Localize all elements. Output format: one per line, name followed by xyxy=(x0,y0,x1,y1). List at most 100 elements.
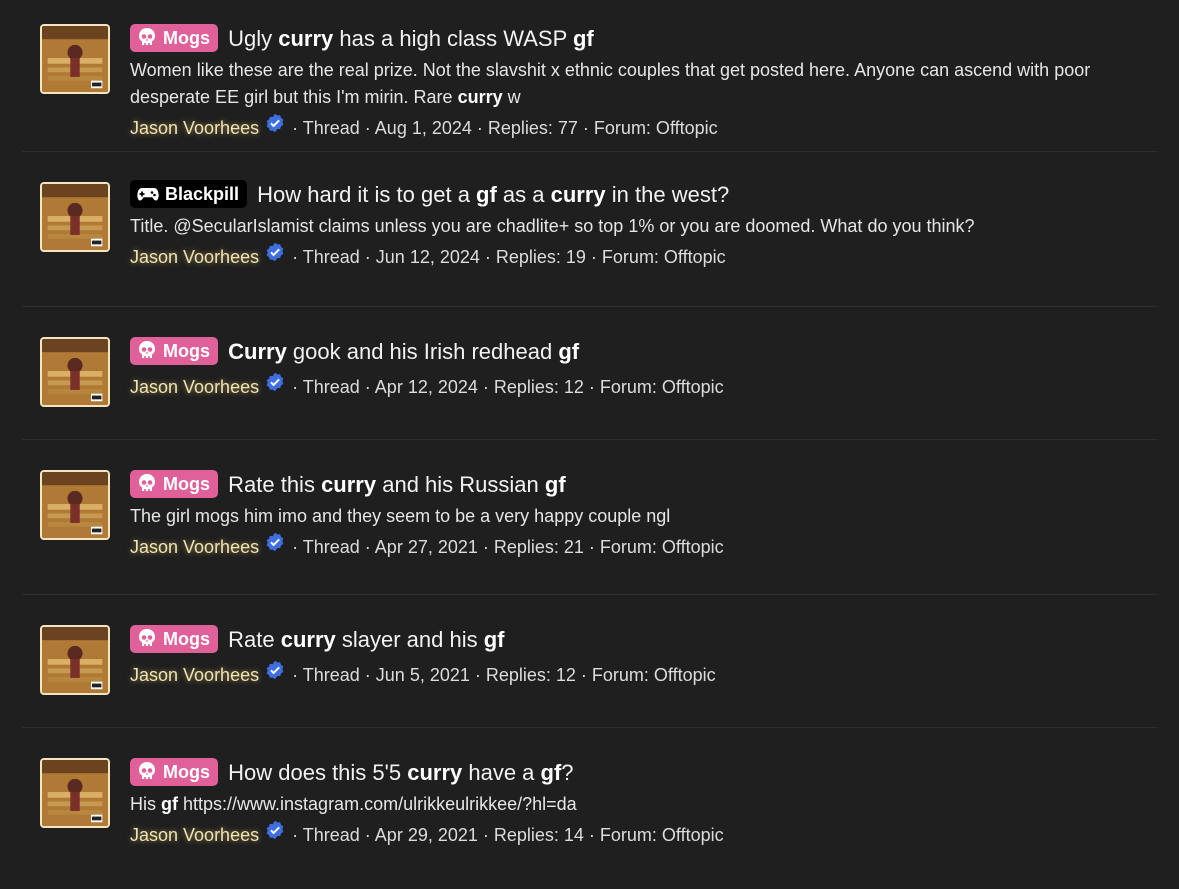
result-snippet: The girl mogs him imo and they seem to b… xyxy=(130,503,1150,530)
title-part: How does this 5'5 xyxy=(228,760,408,785)
verified-badge-icon xyxy=(265,820,285,847)
avatar[interactable] xyxy=(40,337,110,407)
title-highlight: gf xyxy=(540,760,562,785)
title-part: Rate this xyxy=(228,472,322,497)
title-text[interactable]: Ugly curry has a high class WASP gf xyxy=(228,26,594,51)
result-item: Mogs Curry gook and his Irish redhead gf… xyxy=(22,307,1157,440)
prefix-label: Blackpill xyxy=(165,184,240,204)
result-title[interactable]: Mogs Rate curry slayer and his gf xyxy=(130,625,1157,654)
meta-text: Thread · Apr 27, 2021 · Replies: 21 · Fo… xyxy=(302,537,724,557)
result-meta: Jason Voorhees · Thread · Jun 12, 2024 ·… xyxy=(130,242,1157,270)
title-part: ? xyxy=(561,760,574,785)
skull-icon xyxy=(137,761,157,789)
prefix-badge-mogs[interactable]: Mogs xyxy=(130,24,218,52)
prefix-badge-mogs[interactable]: Mogs xyxy=(130,758,218,786)
title-highlight: gf xyxy=(572,26,594,51)
prefix-label: Mogs xyxy=(163,629,210,649)
avatar[interactable] xyxy=(40,625,110,695)
result-title[interactable]: Mogs Ugly curry has a high class WASP gf xyxy=(130,24,1157,53)
title-highlight: curry xyxy=(321,472,377,497)
title-highlight: gf xyxy=(483,627,505,652)
title-text[interactable]: Curry gook and his Irish redhead gf xyxy=(228,339,579,364)
username-link[interactable]: Jason Voorhees xyxy=(130,825,259,845)
verified-badge-icon xyxy=(265,532,285,559)
title-text[interactable]: How does this 5'5 curry have a gf? xyxy=(228,760,573,785)
title-part: and his Russian xyxy=(376,472,545,497)
result-item: Mogs How does this 5'5 curry have a gf? … xyxy=(22,728,1157,889)
skull-icon xyxy=(137,27,157,55)
result-title[interactable]: Blackpill How hard it is to get a gf as … xyxy=(130,180,1157,209)
result-title[interactable]: Mogs How does this 5'5 curry have a gf? xyxy=(130,758,1157,787)
skull-icon xyxy=(137,628,157,656)
result-title[interactable]: Mogs Curry gook and his Irish redhead gf xyxy=(130,337,1157,366)
result-item: Mogs Rate curry slayer and his gf Jason … xyxy=(22,595,1157,728)
avatar[interactable] xyxy=(40,470,110,540)
title-highlight: gf xyxy=(544,472,566,497)
result-meta: Jason Voorhees · Thread · Apr 27, 2021 ·… xyxy=(130,532,1157,560)
verified-badge-icon xyxy=(265,372,285,399)
meta-text: Thread · Apr 12, 2024 · Replies: 12 · Fo… xyxy=(302,377,724,397)
username-link[interactable]: Jason Voorhees xyxy=(130,247,259,267)
title-text[interactable]: How hard it is to get a gf as a curry in… xyxy=(257,182,729,207)
title-highlight: curry xyxy=(550,182,606,207)
title-part: in the west? xyxy=(605,182,730,207)
title-part: gook and his Irish redhead xyxy=(286,339,559,364)
prefix-label: Mogs xyxy=(163,762,210,782)
avatar[interactable] xyxy=(40,758,110,828)
username-link[interactable]: Jason Voorhees xyxy=(130,537,259,557)
skull-icon xyxy=(137,340,157,368)
prefix-badge-mogs[interactable]: Mogs xyxy=(130,337,218,365)
result-item: Blackpill How hard it is to get a gf as … xyxy=(22,152,1157,307)
snippet-part: https://www.instagram.com/ulrikkeulrikke… xyxy=(178,794,577,814)
prefix-label: Mogs xyxy=(163,474,210,494)
title-text[interactable]: Rate curry slayer and his gf xyxy=(228,627,504,652)
title-part: as a xyxy=(496,182,551,207)
snippet-part: The girl mogs him imo and they seem to b… xyxy=(130,506,671,526)
search-results-list: Mogs Ugly curry has a high class WASP gf… xyxy=(0,0,1179,889)
result-meta: Jason Voorhees · Thread · Apr 29, 2021 ·… xyxy=(130,820,1157,848)
meta-text: Thread · Apr 29, 2021 · Replies: 14 · Fo… xyxy=(302,825,724,845)
result-item: Mogs Ugly curry has a high class WASP gf… xyxy=(22,0,1157,152)
result-meta: Jason Voorhees · Thread · Apr 12, 2024 ·… xyxy=(130,372,1157,400)
meta-text: Thread · Jun 12, 2024 · Replies: 19 · Fo… xyxy=(302,247,726,267)
verified-badge-icon xyxy=(265,242,285,269)
snippet-part: His xyxy=(130,794,161,814)
title-part: have a xyxy=(462,760,541,785)
result-snippet: His gf https://www.instagram.com/ulrikke… xyxy=(130,791,1150,818)
title-part: Rate xyxy=(228,627,281,652)
title-part: slayer and his xyxy=(335,627,484,652)
prefix-label: Mogs xyxy=(163,28,210,48)
result-title[interactable]: Mogs Rate this curry and his Russian gf xyxy=(130,470,1157,499)
skull-icon xyxy=(137,473,157,501)
title-text[interactable]: Rate this curry and his Russian gf xyxy=(228,472,566,497)
prefix-badge-blackpill[interactable]: Blackpill xyxy=(130,180,248,211)
gamepad-icon xyxy=(137,183,159,211)
username-link[interactable]: Jason Voorhees xyxy=(130,377,259,397)
title-highlight: curry xyxy=(280,627,336,652)
result-snippet: Title. @SecularIslamist claims unless yo… xyxy=(130,213,1150,240)
result-item: Mogs Rate this curry and his Russian gf … xyxy=(22,440,1157,595)
result-snippet: Women like these are the real prize. Not… xyxy=(130,57,1150,111)
snippet-part: Title. @SecularIslamist claims unless yo… xyxy=(130,216,975,236)
snippet-highlight: curry xyxy=(457,87,503,107)
prefix-badge-mogs[interactable]: Mogs xyxy=(130,470,218,498)
result-meta: Jason Voorhees · Thread · Aug 1, 2024 · … xyxy=(130,113,1157,141)
result-meta: Jason Voorhees · Thread · Jun 5, 2021 · … xyxy=(130,660,1157,688)
snippet-part: Women like these are the real prize. Not… xyxy=(130,60,1091,107)
title-highlight: curry xyxy=(407,760,463,785)
title-part: has a high class WASP xyxy=(333,26,573,51)
avatar[interactable] xyxy=(40,24,110,94)
meta-text: Thread · Jun 5, 2021 · Replies: 12 · For… xyxy=(302,665,716,685)
title-part: How hard it is to get a xyxy=(257,182,477,207)
title-highlight: gf xyxy=(558,339,580,364)
snippet-highlight: gf xyxy=(161,794,178,814)
username-link[interactable]: Jason Voorhees xyxy=(130,118,259,138)
username-link[interactable]: Jason Voorhees xyxy=(130,665,259,685)
meta-text: Thread · Aug 1, 2024 · Replies: 77 · For… xyxy=(302,118,718,138)
avatar[interactable] xyxy=(40,182,110,252)
snippet-part: w xyxy=(502,87,521,107)
prefix-badge-mogs[interactable]: Mogs xyxy=(130,625,218,653)
title-part: Ugly xyxy=(228,26,279,51)
verified-badge-icon xyxy=(265,113,285,140)
verified-badge-icon xyxy=(265,660,285,687)
